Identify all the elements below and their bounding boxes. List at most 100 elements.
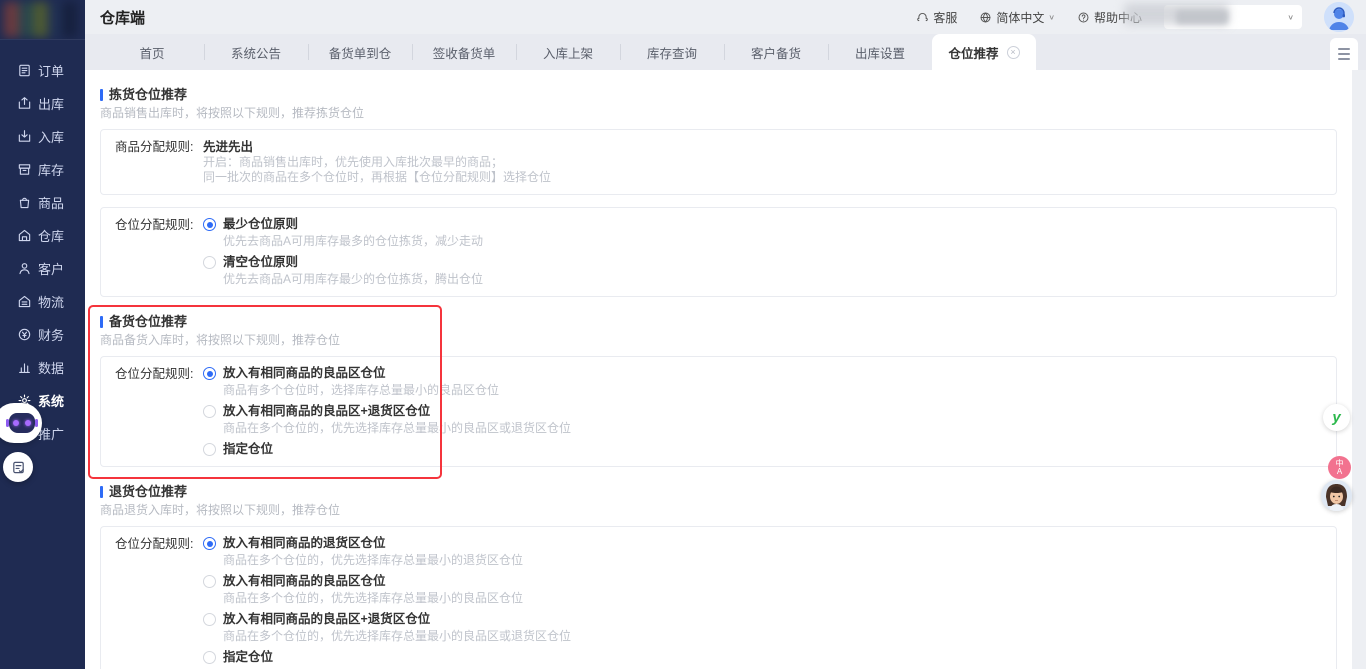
globe-icon [979,11,992,24]
tab-库存查询[interactable]: 库存查询 [620,34,724,70]
sidebar-item-label: 商品 [38,193,64,212]
option-description: 优先去商品A可用库存最少的仓位拣货，腾出仓位 [223,272,483,287]
sidebar-item-outbound[interactable]: 出库 [0,87,85,120]
sidebar-item-data[interactable]: 数据 [0,351,85,384]
sidebar-item-customer[interactable]: 客户 [0,252,85,285]
robot-mascot-icon [9,413,35,433]
tab-签收备货单[interactable]: 签收备货单 [412,34,516,70]
radio-option[interactable]: 最少仓位原则优先去商品A可用库存最多的仓位拣货，减少走动 [203,217,1322,249]
radio-unselected-icon[interactable] [203,405,216,418]
option-label: 指定仓位 [223,650,273,665]
data-icon [17,360,32,375]
support-link[interactable]: 客服 [916,9,957,26]
tab-list-menu-button[interactable] [1330,38,1358,70]
feedback-form-button[interactable] [3,452,33,482]
customer-icon [17,261,32,276]
rule-card: 仓位分配规则:放入有相同商品的退货区仓位商品在多个仓位的，优先选择库存总量最小的… [100,526,1337,669]
option-label: 清空仓位原则 [223,255,483,270]
radio-unselected-icon[interactable] [203,443,216,456]
rule-card: 仓位分配规则:放入有相同商品的良品区仓位商品有多个仓位时，选择库存总量最小的良品… [100,356,1337,467]
radio-option[interactable]: 放入有相同商品的良品区仓位商品有多个仓位时，选择库存总量最小的良品区仓位 [203,366,1322,398]
sidebar-item-product[interactable]: 商品 [0,186,85,219]
browser-plugin-button[interactable]: y [1323,404,1350,431]
option-label: 最少仓位原则 [223,217,483,232]
option-description: 商品在多个仓位的，优先选择库存总量最小的良品区仓位 [223,591,523,606]
radio-unselected-icon[interactable] [203,256,216,269]
tab-客户备货[interactable]: 客户备货 [724,34,828,70]
tab-close-icon[interactable]: × [1007,46,1020,59]
tab-入库上架[interactable]: 入库上架 [516,34,620,70]
sidebar-item-inbound[interactable]: 入库 [0,120,85,153]
radio-unselected-icon[interactable] [203,613,216,626]
sidebar-item-inventory[interactable]: 库存 [0,153,85,186]
sidebar-item-label: 订单 [38,61,64,80]
tab-系统公告[interactable]: 系统公告 [204,34,308,70]
outbound-icon [17,96,32,111]
radio-selected-icon[interactable] [203,367,216,380]
sidebar-item-label: 仓库 [38,226,64,245]
option-description: 商品在多个仓位的，优先选择库存总量最小的良品区或退货区仓位 [223,629,571,644]
radio-option[interactable]: 放入有相同商品的良品区+退货区仓位商品在多个仓位的，优先选择库存总量最小的良品区… [203,612,1322,644]
radio-option[interactable]: 指定仓位 [203,442,1322,457]
sidebar-item-finance[interactable]: 财务 [0,318,85,351]
customer-service-avatar[interactable] [1321,480,1352,511]
option-label: 放入有相同商品的良品区+退货区仓位 [223,404,571,419]
tab-label: 客户备货 [751,43,801,62]
sidebar-item-label: 出库 [38,94,64,113]
translate-badge[interactable]: 中 A [1328,456,1351,479]
tab-出库设置[interactable]: 出库设置 [828,34,932,70]
section-subtitle: 商品退货入库时，将按照以下规则，推荐仓位 [100,503,1337,518]
radio-selected-icon[interactable] [203,537,216,550]
assistant-robot-button[interactable] [0,403,42,443]
radio-selected-icon[interactable] [203,218,216,231]
sidebar-item-order[interactable]: 订单 [0,54,85,87]
sidebar-item-label: 物流 [38,292,64,311]
radio-unselected-icon[interactable] [203,575,216,588]
logo-blurred-image [4,2,77,37]
tab-首页[interactable]: 首页 [100,34,204,70]
option-label: 放入有相同商品的良品区仓位 [223,574,523,589]
sidebar-item-warehouse[interactable]: 仓库 [0,219,85,252]
form-icon [11,460,26,475]
order-icon [17,63,32,78]
sidebar-item-label: 入库 [38,127,64,146]
inbound-icon [17,129,32,144]
radio-option[interactable]: 放入有相同商品的退货区仓位商品在多个仓位的，优先选择库存总量最小的退货区仓位 [203,536,1322,568]
app-logo [0,0,85,40]
tab-label: 备货单到仓 [329,43,392,62]
logistics-icon [17,294,32,309]
radio-option[interactable]: 放入有相同商品的良品区仓位商品在多个仓位的，优先选择库存总量最小的良品区仓位 [203,574,1322,606]
user-avatar[interactable] [1324,2,1354,32]
tab-label: 仓位推荐 [948,43,998,62]
title-accent-bar [100,89,103,101]
sidebar-item-label: 财务 [38,325,64,344]
sidebar-item-logistics[interactable]: 物流 [0,285,85,318]
warehouse-selector[interactable]: ∨ [1164,5,1302,29]
option-description: 优先去商品A可用库存最多的仓位拣货，减少走动 [223,234,483,249]
question-circle-icon [1077,11,1090,24]
rule-card: 仓位分配规则:最少仓位原则优先去商品A可用库存最多的仓位拣货，减少走动清空仓位原… [100,207,1337,297]
radio-unselected-icon[interactable] [203,651,216,664]
rule-card-label: 仓位分配规则: [115,217,203,287]
radio-option[interactable]: 清空仓位原则优先去商品A可用库存最少的仓位拣货，腾出仓位 [203,255,1322,287]
radio-option[interactable]: 放入有相同商品的良品区+退货区仓位商品在多个仓位的，优先选择库存总量最小的良品区… [203,404,1322,436]
language-selector[interactable]: 简体中文∨ [979,9,1055,26]
tab-备货单到仓[interactable]: 备货单到仓 [308,34,412,70]
main-area: 仓库端 客服 简体中文∨ 帮助中心 [85,0,1366,669]
rule-description: 开启：商品销售出库时，优先使用入库批次最早的商品； [203,155,1322,170]
section-subtitle: 商品销售出库时，将按照以下规则，推荐拣货仓位 [100,106,1337,121]
section-picking: 拣货仓位推荐商品销售出库时，将按照以下规则，推荐拣货仓位商品分配规则:先进先出开… [100,86,1337,297]
title-accent-bar [100,316,103,328]
radio-option[interactable]: 指定仓位 [203,650,1322,665]
redacted-text-blur [1176,10,1228,24]
rule-card-label: 仓位分配规则: [115,366,203,457]
option-label: 指定仓位 [223,442,273,457]
finance-icon [17,327,32,342]
settings-content: 拣货仓位推荐商品销售出库时，将按照以下规则，推荐拣货仓位商品分配规则:先进先出开… [85,70,1352,669]
option-description: 商品有多个仓位时，选择库存总量最小的良品区仓位 [223,383,499,398]
tab-label: 首页 [139,43,164,62]
tab-仓位推荐[interactable]: 仓位推荐 × [932,34,1036,70]
sidebar-item-label: 库存 [38,160,64,179]
tab-label: 出库设置 [855,43,905,62]
section-title: 退货仓位推荐 [100,483,1337,500]
